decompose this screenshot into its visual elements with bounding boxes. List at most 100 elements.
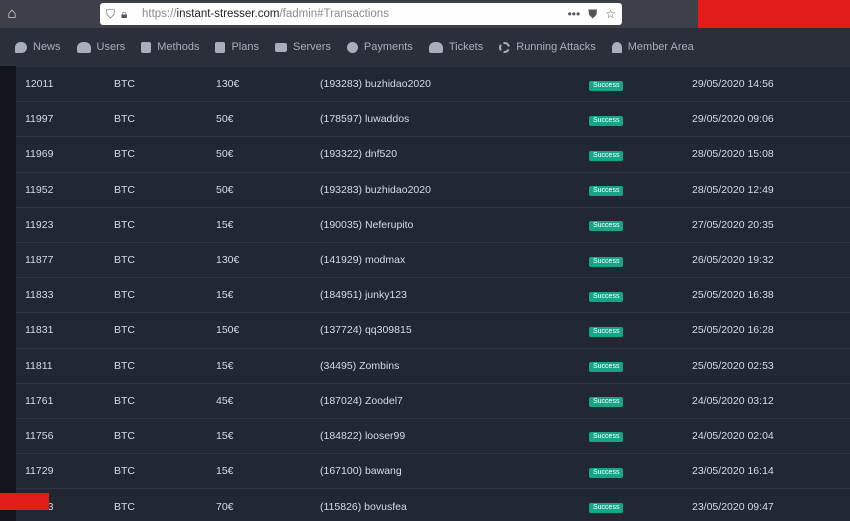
nav-item-users[interactable]: Users — [76, 41, 126, 53]
transaction-id: 11831 — [25, 324, 54, 337]
nav-label: Servers — [292, 41, 331, 53]
amount: 15€ — [216, 218, 234, 231]
amount: 130€ — [216, 78, 240, 91]
more-actions-icon[interactable]: ••• — [568, 7, 581, 21]
amount-cell: 15€ — [216, 347, 320, 384]
status-badge: Success — [589, 186, 624, 197]
amount: 50€ — [216, 113, 234, 126]
user: (141929) modmax — [320, 254, 406, 267]
status-badge: Success — [589, 256, 624, 267]
url-security-icons: ⛉ 🔒︎ — [106, 3, 127, 25]
amount: 45€ — [216, 394, 234, 407]
table-row: 12011 BTC 130€ (193283) buzhidao2020 Success… — [16, 66, 850, 102]
nav-item-payments[interactable]: Payments — [346, 41, 413, 53]
table-row: 11923 BTC 15€ (190035) Neferupito Success 27/… — [16, 206, 850, 243]
nav-label: Users — [96, 41, 126, 53]
main-nav: News Users Methods Plans Servers Payment… — [0, 28, 850, 66]
currency-cell: BTC — [114, 66, 216, 102]
amount: 15€ — [216, 465, 234, 478]
currency: BTC — [114, 324, 135, 337]
date: 28/05/2020 15:08 — [692, 148, 774, 161]
amount-cell: 130€ — [216, 241, 320, 278]
nav-item-tickets[interactable]: Tickets — [428, 41, 483, 53]
redaction-block — [698, 0, 850, 28]
date-cell: 28/05/2020 12:49 — [692, 171, 850, 208]
currency-cell: BTC — [114, 347, 216, 384]
currency-cell: BTC — [114, 453, 216, 489]
transaction-id-cell: 11811 — [16, 347, 114, 384]
nav-item-methods[interactable]: Methods — [141, 41, 199, 53]
amount-cell: 15€ — [216, 206, 320, 243]
coins-icon — [346, 41, 358, 53]
currency-cell: BTC — [114, 382, 216, 419]
amount: 15€ — [216, 429, 234, 442]
status-cell: Success — [589, 453, 692, 489]
nav-item-servers[interactable]: Servers — [274, 41, 331, 53]
server-list-icon — [274, 42, 287, 52]
url-text[interactable]: https://instant-stresser.com/fadmin#Tran… — [142, 3, 389, 25]
status-badge: Success — [589, 291, 624, 302]
nav-item-running-attacks[interactable]: Running Attacks — [499, 41, 596, 53]
date: 27/05/2020 20:35 — [692, 218, 774, 231]
amount-cell: 50€ — [216, 136, 320, 173]
date-cell: 24/05/2020 02:04 — [692, 417, 850, 454]
date-cell: 23/05/2020 09:47 — [692, 488, 850, 521]
person-icon — [611, 41, 622, 53]
status-badge: Success — [589, 397, 624, 408]
user: (193283) buzhidao2020 — [320, 78, 431, 91]
currency: BTC — [114, 429, 135, 442]
user-cell: (184822) looser99 — [320, 417, 589, 454]
date-cell: 25/05/2020 02:53 — [692, 347, 850, 384]
address-bar[interactable]: ⛉ 🔒︎ https://instant-stresser.com/fadmin… — [100, 3, 622, 25]
date-cell: 24/05/2020 03:12 — [692, 382, 850, 419]
transaction-id: 11997 — [25, 113, 54, 126]
bookmark-star-icon[interactable]: ☆ — [605, 7, 616, 21]
date: 23/05/2020 16:14 — [692, 465, 774, 478]
user: (178597) luwaddos — [320, 113, 410, 126]
status-badge: Success — [589, 80, 624, 91]
user-cell: (187024) Zoodel7 — [320, 382, 589, 419]
currency-cell: BTC — [114, 136, 216, 173]
transaction-id: 11811 — [25, 359, 53, 372]
status-cell: Success — [589, 277, 692, 313]
shield-icon[interactable]: ⛉ — [106, 7, 115, 22]
amount-cell: 15€ — [216, 277, 320, 313]
amount: 15€ — [216, 289, 234, 302]
amount: 50€ — [216, 148, 234, 161]
date: 24/05/2020 03:12 — [692, 394, 774, 407]
nav-item-news[interactable]: News — [15, 41, 61, 53]
lock-icon[interactable]: 🔒︎ — [121, 7, 127, 22]
user: (34495) Zombins — [320, 359, 400, 372]
date: 28/05/2020 12:49 — [692, 183, 774, 196]
user-cell: (137724) qq309815 — [320, 312, 589, 348]
amount: 50€ — [216, 183, 234, 196]
table-row: 11831 BTC 150€ (137724) qq309815 Success 25/0… — [16, 312, 850, 348]
date-cell: 27/05/2020 20:35 — [692, 206, 850, 243]
table-row: 11997 BTC 50€ (178597) luwaddos Success 29/05… — [16, 101, 850, 137]
transaction-id-cell: 11923 — [16, 206, 114, 243]
nav-item-plans[interactable]: Plans — [215, 41, 259, 53]
nav-item-member-area[interactable]: Member Area — [611, 41, 694, 53]
amount-cell: 15€ — [216, 453, 320, 489]
url-host: instant-stresser.com — [176, 8, 280, 20]
redaction-block — [0, 493, 49, 510]
transaction-id: 11923 — [25, 218, 54, 231]
user-cell: (115826) bovusfea — [320, 488, 589, 521]
user: (137724) qq309815 — [320, 324, 412, 337]
user-cell: (184951) junky123 — [320, 277, 589, 313]
table-row: 11729 BTC 15€ (167100) bawang Success 23/05/2… — [16, 453, 850, 489]
pocket-icon[interactable]: ⛊ — [588, 7, 597, 22]
currency-cell: BTC — [114, 206, 216, 243]
currency-cell: BTC — [114, 171, 216, 208]
spinner-icon — [499, 41, 511, 53]
date: 23/05/2020 09:47 — [692, 500, 774, 513]
book-icon — [215, 41, 226, 53]
user: (184951) junky123 — [320, 289, 407, 302]
user: (190035) Neferupito — [320, 218, 414, 231]
home-icon[interactable]: ⌂ — [2, 4, 22, 24]
table-row: 11811 BTC 15€ (34495) Zombins Success 25/05/2… — [16, 347, 850, 384]
user-cell: (167100) bawang — [320, 453, 589, 489]
transaction-id-cell: 11833 — [16, 277, 114, 313]
currency: BTC — [114, 465, 135, 478]
transactions-panel: 12011 BTC 130€ (193283) buzhidao2020 Success… — [16, 66, 850, 521]
